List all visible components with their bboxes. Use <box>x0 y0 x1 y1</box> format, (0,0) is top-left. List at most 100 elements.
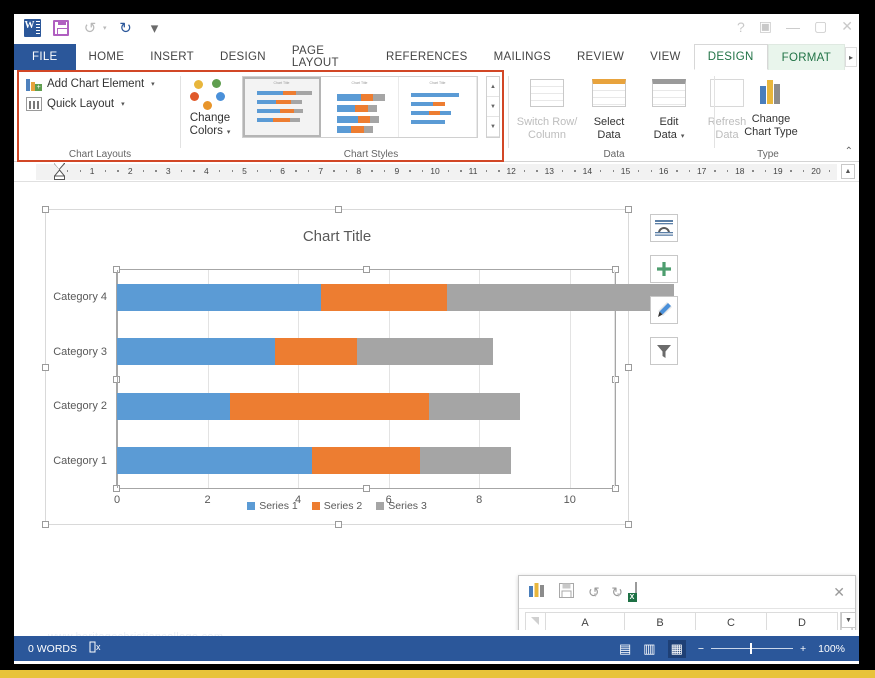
chevron-down-icon[interactable]: ▾ <box>225 129 231 136</box>
tab-design[interactable]: DESIGN <box>207 44 279 70</box>
bar-segment[interactable] <box>320 283 448 311</box>
zoom-track[interactable] <box>711 643 793 654</box>
save-icon[interactable] <box>559 583 574 601</box>
chart-filters-icon[interactable] <box>650 337 678 365</box>
tab-mailings[interactable]: MAILINGS <box>481 44 564 70</box>
undo-icon[interactable]: ↺ <box>80 18 100 38</box>
redo-icon[interactable]: ↻ <box>116 18 136 38</box>
legend-item[interactable]: Series 2 <box>311 500 362 512</box>
legend-item[interactable]: Series 1 <box>247 500 298 512</box>
chevron-down-icon[interactable]: ▾ <box>679 133 685 140</box>
minimize-icon[interactable]: — <box>786 19 800 35</box>
bar-segment[interactable] <box>117 338 276 366</box>
tab-chart-design[interactable]: DESIGN <box>693 44 768 70</box>
zoom-level-label[interactable]: 100% <box>818 643 845 655</box>
data-grid-table[interactable]: ABCD1Series 1Series 2Series 32Category 1… <box>525 612 838 630</box>
tab-view[interactable]: VIEW <box>637 44 694 70</box>
tab-references[interactable]: REFERENCES <box>373 44 481 70</box>
print-layout-icon[interactable]: ▥ <box>643 641 655 657</box>
tab-insert[interactable]: INSERT <box>137 44 207 70</box>
chart-title[interactable]: Chart Title <box>46 228 628 245</box>
chart-styles-gallery[interactable]: Chart Title Chart Title Chart Title <box>242 76 478 138</box>
bar-segment[interactable] <box>117 283 321 311</box>
select-data-button[interactable]: Select Data <box>578 76 640 142</box>
resize-handle[interactable] <box>42 206 49 213</box>
tab-file[interactable]: FILE <box>14 44 76 70</box>
resize-handle[interactable] <box>335 206 342 213</box>
column-header[interactable]: D <box>766 612 838 630</box>
undo-icon[interactable]: ↺▾ <box>588 584 600 601</box>
resize-handle[interactable] <box>42 521 49 528</box>
bar-segment[interactable] <box>356 338 493 366</box>
edit-data-button[interactable]: Edit Data ▾ <box>638 76 700 143</box>
tab-home[interactable]: HOME <box>76 44 138 70</box>
customize-quick-access-icon[interactable]: ▾ <box>145 18 165 38</box>
bar-segment[interactable] <box>420 447 511 475</box>
chevron-down-icon[interactable]: ▾ <box>151 80 155 88</box>
column-header[interactable]: B <box>624 612 696 630</box>
switch-row-column-button[interactable]: Switch Row/Column <box>516 76 578 142</box>
chart-object[interactable]: Chart Title Category 4 Category 3 Category… <box>42 206 674 528</box>
tab-review[interactable]: REVIEW <box>564 44 637 70</box>
bar-segment[interactable] <box>447 283 674 311</box>
help-icon[interactable]: ? <box>737 19 745 35</box>
scroll-up-icon[interactable]: ▲ <box>841 164 855 179</box>
tab-chart-format[interactable]: FORMAT <box>767 44 846 70</box>
close-icon[interactable]: ✕ <box>833 584 845 601</box>
bar-segment[interactable] <box>311 447 421 475</box>
select-all-corner[interactable] <box>525 612 546 630</box>
document-scroll-down-icon[interactable]: ▼ <box>841 612 856 628</box>
document-canvas[interactable]: Chart Title Category 4 Category 3 Category… <box>14 182 859 630</box>
chevron-down-icon[interactable]: ▾ <box>121 100 125 108</box>
word-count-label[interactable]: 0 WORDS <box>28 643 77 655</box>
chart-legend[interactable]: Series 1 Series 2 Series 3 <box>46 500 628 512</box>
restore-icon[interactable]: ▢ <box>814 18 827 35</box>
column-header[interactable]: A <box>545 612 625 630</box>
change-chart-type-button[interactable]: Change Chart Type <box>734 76 808 139</box>
ribbon-display-options-icon[interactable]: ▣ <box>759 18 772 35</box>
zoom-in-button[interactable]: + <box>800 643 806 655</box>
bar-segment[interactable] <box>429 392 520 420</box>
resize-handle[interactable] <box>335 521 342 528</box>
chart-elements-icon[interactable] <box>650 255 678 283</box>
zoom-knob[interactable] <box>750 643 752 654</box>
legend-item[interactable]: Series 3 <box>376 500 427 512</box>
bar-segment[interactable] <box>117 392 231 420</box>
chart-icon[interactable] <box>529 582 545 602</box>
bar-segment[interactable] <box>117 447 312 475</box>
resize-handle[interactable] <box>625 364 632 371</box>
chart-styles-icon[interactable] <box>650 296 678 324</box>
bar-segment[interactable] <box>230 392 430 420</box>
gallery-scroll-buttons[interactable]: ▲ ▼ ▼ <box>486 76 500 138</box>
resize-handle[interactable] <box>42 364 49 371</box>
chart-data-editor-window[interactable]: ↺▾ ↻▾ ✕ ABCD1Series 1Series 2Series 32Ca… <box>518 575 856 630</box>
redo-icon[interactable]: ↻▾ <box>611 584 623 601</box>
gallery-scroll-down-icon[interactable]: ▼ <box>487 97 499 117</box>
proofing-errors-icon[interactable]: x <box>89 640 103 657</box>
chart-style-thumbnail[interactable]: Chart Title <box>243 77 321 137</box>
resize-handle[interactable] <box>625 521 632 528</box>
read-mode-icon[interactable]: ▤ <box>619 641 631 657</box>
chart-style-thumbnail[interactable]: Chart Title <box>399 77 477 137</box>
column-header[interactable]: C <box>695 612 767 630</box>
horizontal-ruler[interactable]: 1 2 3 4 5 6 7 8 9 10 11 12 13 14 15 16 17 18 19 20 ▲ <box>14 162 859 182</box>
zoom-out-button[interactable]: − <box>698 643 704 655</box>
resize-handle[interactable] <box>625 206 632 213</box>
chart-layout-options-icon[interactable] <box>650 214 678 242</box>
close-icon[interactable]: ✕ <box>841 18 853 35</box>
change-colors-button[interactable]: Change Colors ▾ <box>182 70 238 162</box>
tab-page-layout[interactable]: PAGE LAYOUT <box>279 44 373 70</box>
gallery-scroll-up-icon[interactable]: ▲ <box>487 77 499 97</box>
gallery-more-icon[interactable]: ▼ <box>487 117 499 137</box>
collapse-ribbon-icon[interactable]: ⌃ <box>845 146 853 157</box>
add-chart-element-button[interactable]: + Add Chart Element ▾ <box>20 70 180 91</box>
edit-in-excel-icon[interactable] <box>634 582 637 601</box>
quick-layout-button[interactable]: Quick Layout ▾ <box>20 91 180 111</box>
save-icon[interactable] <box>51 18 71 38</box>
web-layout-icon[interactable]: ▦ <box>667 639 686 658</box>
zoom-slider[interactable]: − + <box>698 643 806 655</box>
tab-overflow-icon[interactable]: ▸ <box>845 47 857 67</box>
chart-style-thumbnail[interactable]: Chart Title <box>321 77 399 137</box>
indent-marker-icon[interactable] <box>53 163 66 180</box>
bar-segment[interactable] <box>275 338 357 366</box>
